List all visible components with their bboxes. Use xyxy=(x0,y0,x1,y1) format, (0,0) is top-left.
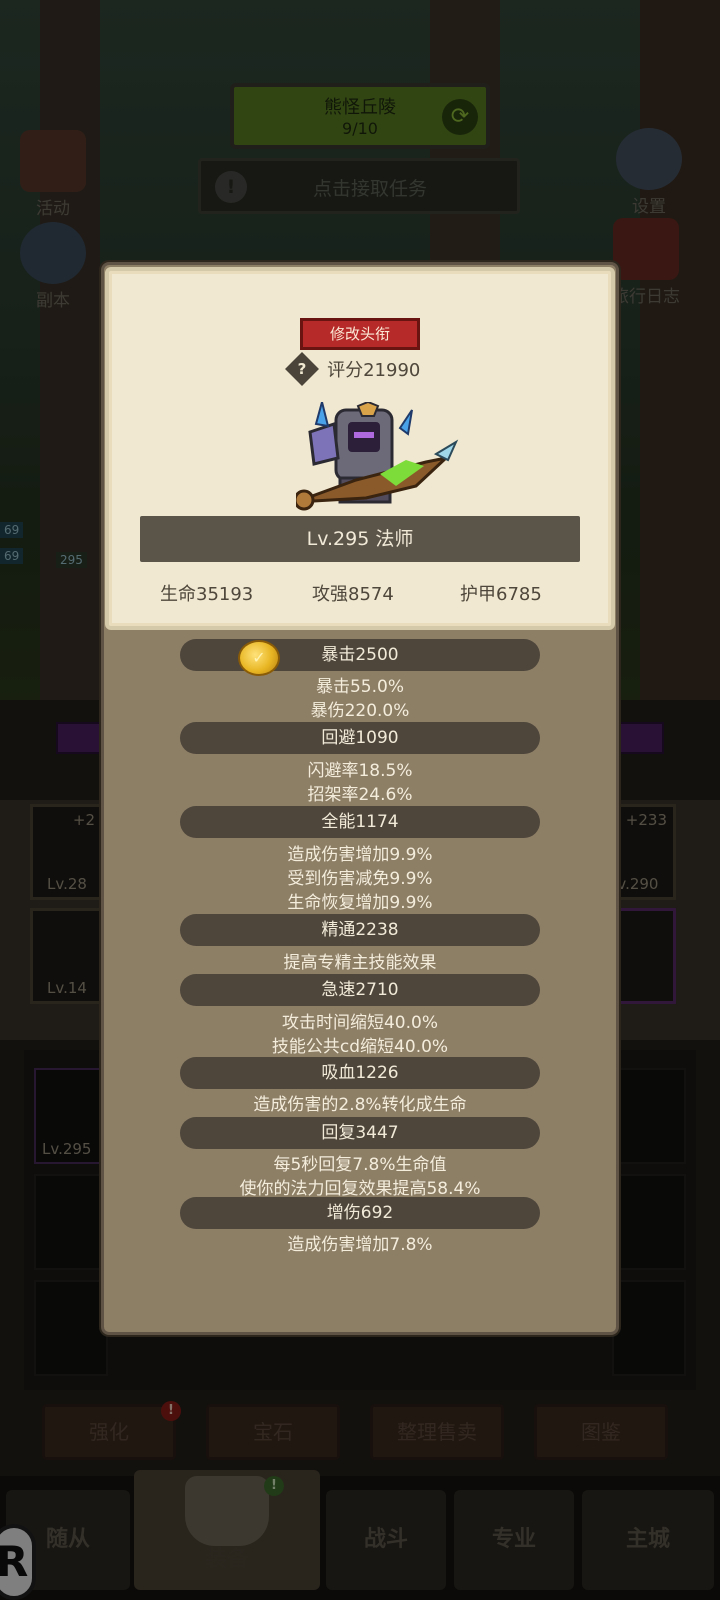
stat-detail: 受到伤害减免9.9% xyxy=(287,869,433,889)
stat-detail: 造成伤害增加7.8% xyxy=(287,1235,433,1255)
score-value: 评分21990 xyxy=(327,360,421,381)
stat-detail: 暴伤220.0% xyxy=(310,701,410,721)
stat-detail: 造成伤害的2.8%转化成生命 xyxy=(253,1095,467,1115)
character-avatar xyxy=(296,402,459,511)
regen-header: 回复3447 xyxy=(180,1117,540,1149)
stat-detail: 提高专精主技能效果 xyxy=(283,953,437,973)
crit-header: 暴击2500 xyxy=(180,639,540,671)
change-title-button[interactable]: 修改头衔 xyxy=(300,318,420,350)
stat-detail: 使你的法力回复效果提高58.4% xyxy=(239,1179,481,1199)
score-row: ? 评分21990 xyxy=(285,352,421,386)
stat-detail: 招架率24.6% xyxy=(307,785,413,805)
stat-detail: 技能公共cd缩短40.0% xyxy=(271,1037,449,1057)
damage-bonus-header: 增伤692 xyxy=(180,1197,540,1229)
mastery-header: 精通2238 xyxy=(180,914,540,946)
help-icon-glyph: ? xyxy=(297,360,307,378)
armor-stat: 护甲6785 xyxy=(460,584,542,605)
haste-header: 急速2710 xyxy=(180,974,540,1006)
versatility-header: 全能1174 xyxy=(180,806,540,838)
lifesteal-header: 吸血1226 xyxy=(180,1057,540,1089)
help-icon[interactable]: ? xyxy=(285,352,319,386)
stat-detail: 生命恢复增加9.9% xyxy=(287,893,433,913)
stat-detail: 暴击55.0% xyxy=(315,677,404,697)
coin-icon: ✓ xyxy=(238,640,280,676)
attack-power-stat: 攻强8574 xyxy=(312,584,394,605)
stat-detail: 每5秒回复7.8%生命值 xyxy=(273,1155,447,1175)
stat-detail: 攻击时间缩短40.0% xyxy=(281,1013,438,1033)
hp-stat: 生命35193 xyxy=(160,584,254,605)
dodge-header: 回避1090 xyxy=(180,722,540,754)
level-class-bar: Lv.295 法师 xyxy=(140,516,580,562)
stat-detail: 造成伤害增加9.9% xyxy=(287,845,433,865)
stat-detail: 闪避率18.5% xyxy=(307,761,413,781)
